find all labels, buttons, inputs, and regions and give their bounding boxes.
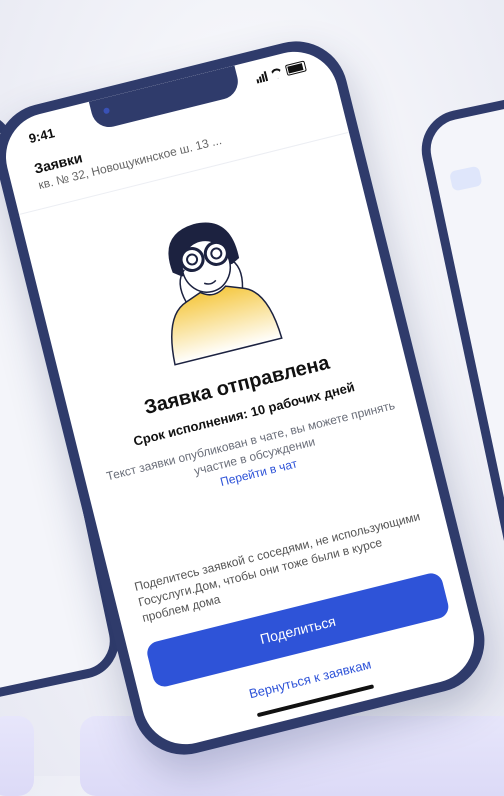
background-phone-accent (449, 165, 483, 192)
background-card-left (0, 716, 34, 796)
status-time: 9:41 (27, 125, 57, 147)
battery-icon (284, 60, 307, 76)
binoculars-person-illustration (168, 222, 283, 366)
signal-icon (255, 70, 268, 83)
status-icons (255, 60, 307, 83)
wifi-icon (269, 67, 283, 80)
camera-dot (102, 107, 111, 115)
result-content: Заявка отправлена Срок исполнения: 10 ра… (89, 338, 406, 515)
